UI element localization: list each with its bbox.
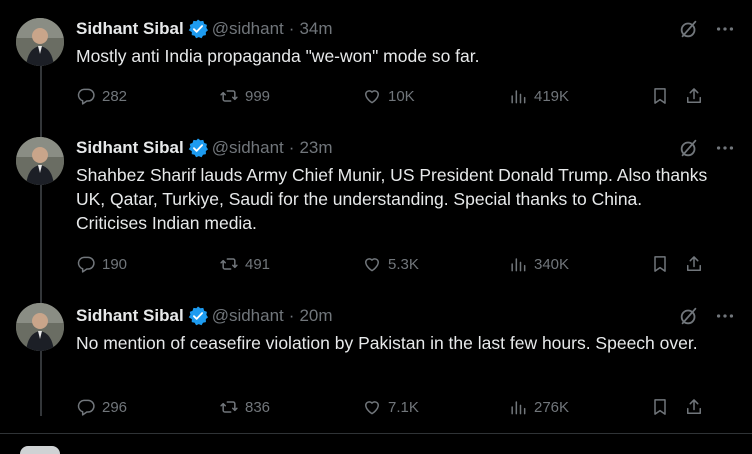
repost-icon <box>219 86 239 106</box>
share-icon <box>684 254 704 274</box>
like-icon <box>362 254 382 274</box>
timestamp[interactable]: 34m <box>299 19 332 39</box>
repost-button[interactable]: 999 <box>219 84 270 108</box>
avatar[interactable] <box>16 137 64 185</box>
views-icon <box>508 397 528 417</box>
handle[interactable]: @sidhant <box>212 19 284 39</box>
timestamp[interactable]: 20m <box>299 306 332 326</box>
like-button[interactable]: 10K <box>362 84 415 108</box>
like-count: 10K <box>388 87 415 105</box>
repost-button[interactable]: 491 <box>219 252 270 276</box>
tweet-header: Sidhant Sibal @sidhant · 34m <box>76 16 333 42</box>
reply-button[interactable]: 296 <box>76 395 127 419</box>
reply-icon <box>76 254 96 274</box>
action-bar: 282 999 10K 419K <box>76 84 716 108</box>
tweet-header: Sidhant Sibal @sidhant · 20m <box>76 303 333 329</box>
bookmark-button[interactable] <box>650 252 670 276</box>
bookmark-button[interactable] <box>650 395 670 419</box>
bookmark-icon <box>650 254 670 274</box>
tweet-text: Shahbez Sharif lauds Army Chief Munir, U… <box>76 165 708 233</box>
display-name[interactable]: Sidhant Sibal <box>76 306 184 326</box>
separator: · <box>288 138 295 157</box>
views-count: 419K <box>534 87 570 105</box>
views-count: 340K <box>534 255 570 273</box>
separator: · <box>288 19 295 38</box>
display-name[interactable]: Sidhant Sibal <box>76 138 184 158</box>
tweet-header: Sidhant Sibal @sidhant · 23m <box>76 135 333 161</box>
share-button[interactable] <box>684 84 704 108</box>
repost-button[interactable]: 836 <box>219 395 270 419</box>
like-icon <box>362 86 382 106</box>
views-button[interactable]: 276K <box>508 395 569 419</box>
verified-badge-icon <box>188 138 208 158</box>
share-icon <box>684 86 704 106</box>
like-button[interactable]: 7.1K <box>362 395 419 419</box>
tweet[interactable]: Sidhant Sibal @sidhant · 20m No mention … <box>0 303 752 428</box>
repost-count: 836 <box>245 398 271 416</box>
like-count: 7.1K <box>388 398 419 416</box>
avatar[interactable] <box>20 446 60 454</box>
share-button[interactable] <box>684 395 704 419</box>
grok-icon[interactable] <box>678 18 700 40</box>
separator: · <box>288 306 295 325</box>
like-icon <box>362 397 382 417</box>
timestamp[interactable]: 23m <box>299 138 332 158</box>
verified-badge-icon <box>188 306 208 326</box>
tweet[interactable]: Sidhant Sibal @sidhant · 34m Mostly anti… <box>0 16 752 126</box>
tweet[interactable]: Sidhant Sibal @sidhant · 23m Shahbez Sha… <box>0 135 752 285</box>
grok-icon[interactable] <box>678 305 700 327</box>
avatar[interactable] <box>16 18 64 66</box>
handle[interactable]: @sidhant <box>212 306 284 326</box>
reply-count: 190 <box>102 255 128 273</box>
tweet-text: Mostly anti India propaganda "we-won" mo… <box>76 46 480 66</box>
action-bar: 190 491 5.3K 340K <box>76 252 716 276</box>
views-button[interactable]: 340K <box>508 252 569 276</box>
views-button[interactable]: 419K <box>508 84 569 108</box>
action-bar: 296 836 7.1K 276K <box>76 395 716 419</box>
reply-button[interactable]: 190 <box>76 252 127 276</box>
handle[interactable]: @sidhant <box>212 138 284 158</box>
repost-count: 999 <box>245 87 271 105</box>
like-button[interactable]: 5.3K <box>362 252 419 276</box>
avatar[interactable] <box>16 303 64 351</box>
views-icon <box>508 254 528 274</box>
views-icon <box>508 86 528 106</box>
reply-count: 282 <box>102 87 128 105</box>
more-icon[interactable] <box>714 305 736 327</box>
tweet-text: No mention of ceasefire violation by Pak… <box>76 333 698 353</box>
repost-count: 491 <box>245 255 271 273</box>
display-name[interactable]: Sidhant Sibal <box>76 19 184 39</box>
reply-icon <box>76 397 96 417</box>
share-icon <box>684 397 704 417</box>
views-count: 276K <box>534 398 570 416</box>
share-button[interactable] <box>684 252 704 276</box>
repost-icon <box>219 254 239 274</box>
reply-button[interactable]: 282 <box>76 84 127 108</box>
reply-count: 296 <box>102 398 128 416</box>
grok-icon[interactable] <box>678 137 700 159</box>
more-icon[interactable] <box>714 137 736 159</box>
divider <box>0 433 752 434</box>
repost-icon <box>219 397 239 417</box>
like-count: 5.3K <box>388 255 419 273</box>
bookmark-icon <box>650 86 670 106</box>
more-icon[interactable] <box>714 18 736 40</box>
bookmark-icon <box>650 397 670 417</box>
verified-badge-icon <box>188 19 208 39</box>
bookmark-button[interactable] <box>650 84 670 108</box>
reply-icon <box>76 86 96 106</box>
